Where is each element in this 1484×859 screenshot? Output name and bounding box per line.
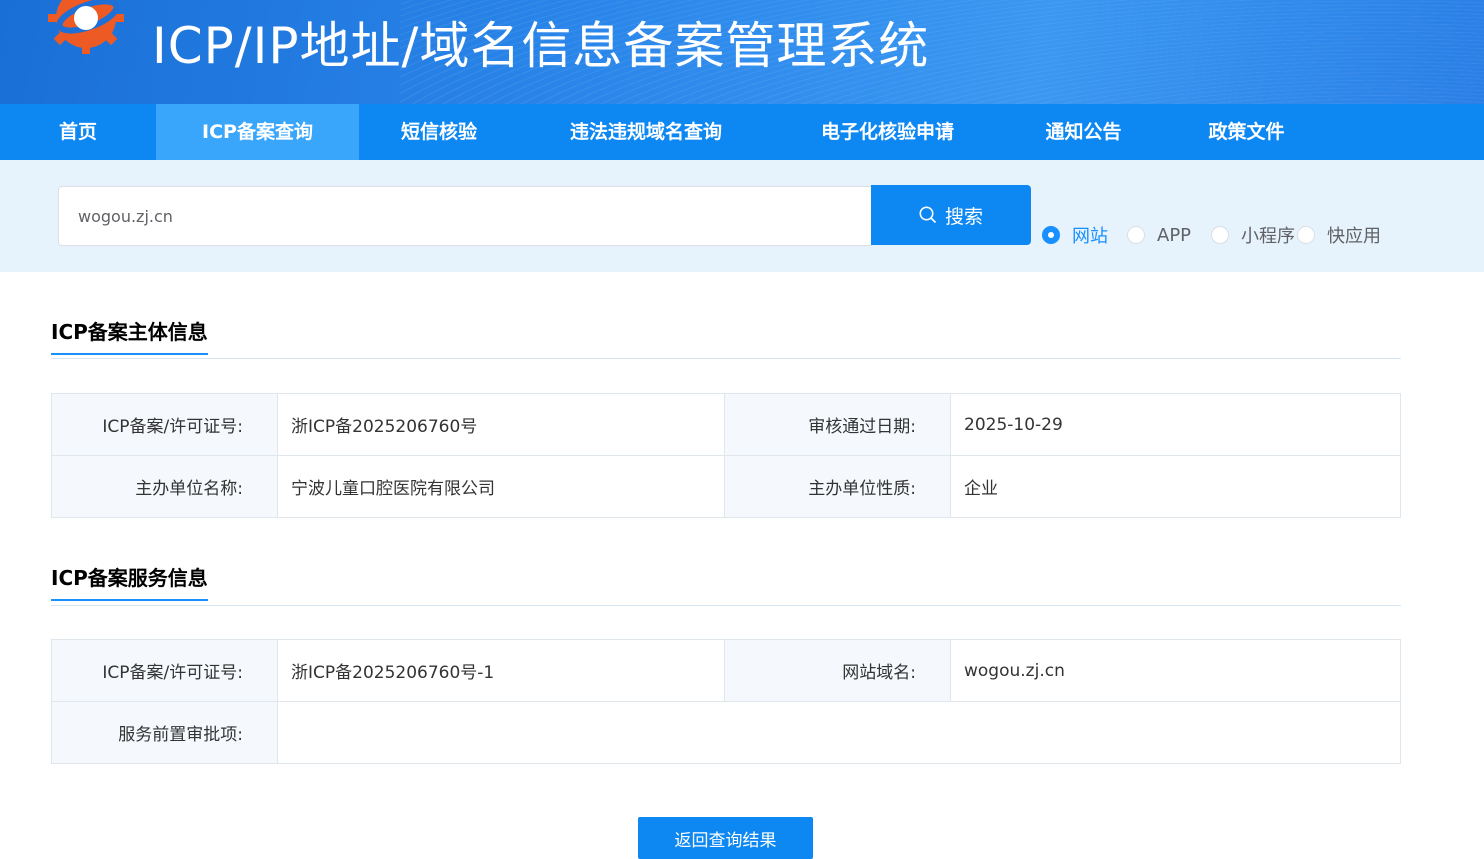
radio-mini-program[interactable]: 小程序: [1211, 222, 1295, 248]
field-label: 服务前置审批项:: [51, 701, 278, 764]
nav-item-policy-docs[interactable]: 政策文件: [1165, 104, 1328, 160]
search-icon: [919, 206, 937, 224]
radio-label: 网站: [1072, 226, 1108, 247]
radio-dot: [1127, 226, 1145, 244]
table-row: ICP备案/许可证号: 浙ICP备2025206760号-1 网站域名: wog…: [51, 639, 1401, 702]
field-label: 主办单位性质:: [724, 455, 951, 518]
logo-icon: [48, 0, 124, 54]
nav-item-icp-query[interactable]: ICP备案查询: [156, 104, 359, 160]
search-button[interactable]: 搜索: [871, 185, 1031, 245]
nav-item-home[interactable]: 首页: [0, 104, 156, 160]
table-row: 服务前置审批项:: [51, 701, 1401, 764]
table-row: 主办单位名称: 宁波儿童口腔医院有限公司 主办单位性质: 企业: [51, 455, 1401, 518]
search-input[interactable]: [58, 186, 872, 246]
search-type-group: 网站 APP 小程序 快应用: [1042, 222, 1381, 248]
radio-app[interactable]: APP: [1127, 225, 1191, 246]
radio-website[interactable]: 网站: [1042, 222, 1108, 248]
nav-item-illegal-domain-query[interactable]: 违法违规域名查询: [519, 104, 773, 160]
organizer-type: 企业: [950, 455, 1401, 518]
header-banner: ICP/IP地址/域名信息备案管理系统: [0, 0, 1484, 104]
section-divider: [51, 605, 1401, 606]
section-divider: [51, 358, 1401, 359]
radio-dot: [1297, 226, 1316, 244]
search-button-label: 搜索: [944, 205, 983, 228]
nav-item-sms-verify[interactable]: 短信核验: [359, 104, 519, 160]
organizer-name: 宁波儿童口腔医院有限公司: [277, 455, 725, 518]
radio-dot: [1211, 226, 1230, 244]
nav-item-electronic-verify[interactable]: 电子化核验申请: [773, 104, 1002, 160]
pre-approval-items: [277, 701, 1401, 764]
license-number: 浙ICP备2025206760号: [277, 393, 725, 456]
service-license-number: 浙ICP备2025206760号-1: [277, 639, 725, 702]
site-title: ICP/IP地址/域名信息备案管理系统: [152, 17, 930, 75]
radio-label: APP: [1157, 224, 1192, 246]
field-label: 网站域名:: [724, 639, 951, 702]
field-label: ICP备案/许可证号:: [51, 393, 278, 456]
radio-label: 快应用: [1327, 226, 1382, 247]
radio-quick-app[interactable]: 快应用: [1297, 222, 1381, 248]
subject-info-table: ICP备案/许可证号: 浙ICP备2025206760号 审核通过日期: 202…: [51, 393, 1401, 518]
section-title-subject-info: ICP备案主体信息: [51, 316, 208, 355]
field-label: 审核通过日期:: [724, 393, 951, 456]
nav-item-notices[interactable]: 通知公告: [1002, 104, 1165, 160]
approval-date: 2025-10-29: [950, 393, 1401, 456]
main-nav: 首页 ICP备案查询 短信核验 违法违规域名查询 电子化核验申请 通知公告 政策…: [0, 104, 1484, 160]
section-title-service-info: ICP备案服务信息: [51, 562, 208, 601]
field-label: 主办单位名称:: [51, 455, 278, 518]
field-label: ICP备案/许可证号:: [51, 639, 278, 702]
radio-dot: [1042, 226, 1060, 244]
search-bar: 搜索 网站 APP 小程序 快应用: [0, 160, 1484, 272]
website-domain: wogou.zj.cn: [950, 639, 1401, 702]
table-row: ICP备案/许可证号: 浙ICP备2025206760号 审核通过日期: 202…: [51, 393, 1401, 456]
radio-label: 小程序: [1241, 226, 1296, 247]
service-info-table: ICP备案/许可证号: 浙ICP备2025206760号-1 网站域名: wog…: [51, 639, 1401, 764]
back-to-results-button[interactable]: 返回查询结果: [638, 817, 813, 859]
